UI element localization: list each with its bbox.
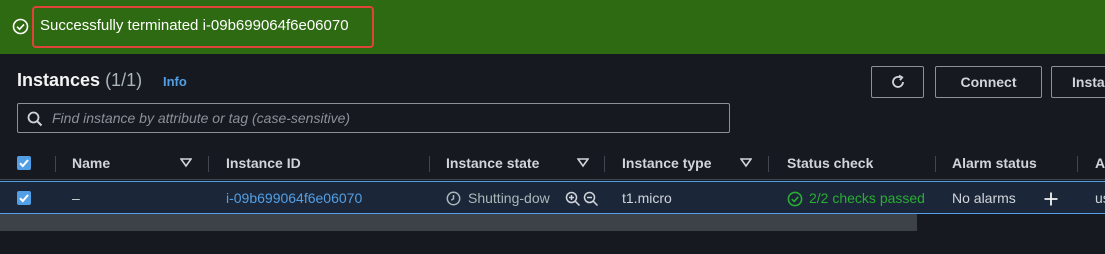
title-text: Instances xyxy=(17,70,101,90)
cell-alarm-status: No alarms xyxy=(952,190,1016,206)
check-icon xyxy=(19,159,29,168)
sort-down-icon[interactable] xyxy=(180,158,192,168)
add-alarm-icon[interactable] xyxy=(1043,191,1059,207)
column-instance-state[interactable]: Instance state xyxy=(446,155,539,171)
sort-down-icon[interactable] xyxy=(577,158,589,168)
column-divider xyxy=(208,156,209,172)
column-name[interactable]: Name xyxy=(72,155,110,171)
instance-state-button[interactable]: Insta xyxy=(1051,66,1105,98)
table-row[interactable]: – i-09b699064f6e06070 Shutting-dow t1.mi… xyxy=(0,181,1105,214)
column-divider xyxy=(604,156,605,172)
search-box[interactable] xyxy=(17,103,730,133)
column-alarm-status[interactable]: Alarm status xyxy=(952,155,1037,171)
sort-down-icon[interactable] xyxy=(740,158,752,168)
column-instance-id[interactable]: Instance ID xyxy=(226,155,301,171)
instance-count: (1/1) xyxy=(105,70,143,90)
cell-instance-type: t1.micro xyxy=(622,190,672,206)
zoom-in-icon[interactable] xyxy=(565,191,581,207)
status-ok-icon xyxy=(787,191,803,207)
column-divider xyxy=(429,156,430,172)
cell-instance-state: Shutting-dow xyxy=(468,190,550,206)
row-checkbox[interactable] xyxy=(17,191,31,205)
column-truncated[interactable]: A xyxy=(1095,155,1105,171)
column-divider xyxy=(768,156,769,172)
select-all-checkbox[interactable] xyxy=(17,156,31,170)
cell-status-check[interactable]: 2/2 checks passed xyxy=(809,190,935,206)
refresh-button[interactable] xyxy=(871,66,924,98)
check-icon xyxy=(19,194,29,203)
column-instance-type[interactable]: Instance type xyxy=(622,155,711,171)
column-divider xyxy=(55,156,56,172)
zoom-out-icon[interactable] xyxy=(583,191,599,207)
scrollbar-thumb[interactable] xyxy=(0,214,917,231)
column-divider xyxy=(1077,156,1078,172)
check-circle-icon xyxy=(12,18,29,35)
connect-button[interactable]: Connect xyxy=(935,66,1042,98)
info-link[interactable]: Info xyxy=(163,74,187,89)
search-input[interactable] xyxy=(52,108,722,128)
cell-truncated: us xyxy=(1095,190,1105,206)
column-status-check[interactable]: Status check xyxy=(787,155,873,171)
clock-icon xyxy=(446,191,461,206)
banner-message: Successfully terminated i-09b699064f6e06… xyxy=(40,17,349,34)
search-icon xyxy=(27,111,43,127)
success-banner: Successfully terminated i-09b699064f6e06… xyxy=(0,0,1105,54)
table-header: Name Instance ID Instance state Instance… xyxy=(0,146,1105,180)
refresh-icon xyxy=(891,74,904,88)
cell-name: – xyxy=(72,190,80,206)
page-title: Instances (1/1) xyxy=(17,70,142,91)
column-divider xyxy=(935,156,936,172)
cell-instance-id[interactable]: i-09b699064f6e06070 xyxy=(226,190,362,206)
